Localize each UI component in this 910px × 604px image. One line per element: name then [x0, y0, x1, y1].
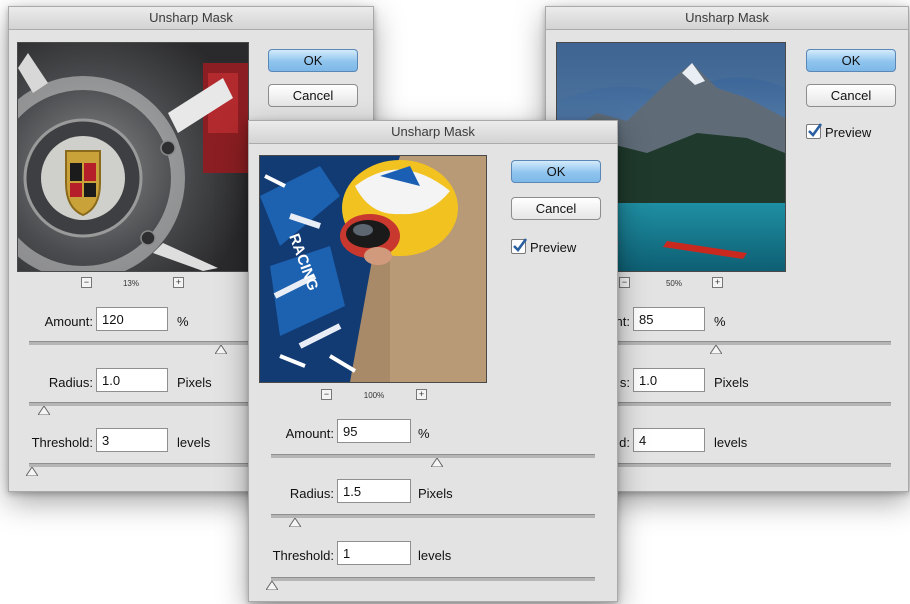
zoom-out-button[interactable]: − — [321, 389, 332, 400]
radius-input[interactable]: 1.5 — [337, 479, 411, 503]
amount-label: Amount: — [285, 426, 334, 441]
threshold-slider-track[interactable] — [271, 577, 595, 581]
cancel-button[interactable]: Cancel — [268, 84, 358, 107]
zoom-in-button[interactable]: + — [173, 277, 184, 288]
radius-unit: Pixels — [714, 375, 749, 390]
threshold-label: Threshold: — [272, 548, 334, 563]
amount-unit: % — [714, 314, 726, 329]
checkbox-checked-icon — [511, 238, 528, 254]
radius-input[interactable]: 1.0 — [96, 368, 168, 392]
preview-label: Preview — [825, 125, 872, 140]
zoom-out-button[interactable]: − — [619, 277, 630, 288]
zoom-in-button[interactable]: + — [416, 389, 427, 400]
radius-slider-track[interactable] — [271, 514, 595, 518]
preview-label: Preview — [530, 240, 577, 255]
cancel-button[interactable]: Cancel — [511, 197, 601, 220]
zoom-level: 13% — [122, 279, 139, 288]
zoom-level: 50% — [665, 279, 682, 288]
ok-button[interactable]: OK — [511, 160, 601, 183]
radius-unit: Pixels — [177, 375, 212, 390]
amount-input[interactable]: 95 — [337, 419, 411, 443]
radius-input[interactable]: 1.0 — [633, 368, 705, 392]
ok-button[interactable]: OK — [268, 49, 358, 72]
preview-image-wheel[interactable] — [17, 42, 249, 272]
threshold-unit: levels — [714, 435, 748, 450]
amount-label: Amount: — [44, 314, 93, 329]
preview-checkbox[interactable]: Preview — [511, 238, 577, 255]
zoom-in-button[interactable]: + — [712, 277, 723, 288]
threshold-input[interactable]: 3 — [96, 428, 168, 452]
radius-slider-thumb[interactable] — [289, 518, 301, 527]
zoom-level: 100% — [363, 391, 385, 400]
preview-checkbox[interactable]: Preview — [806, 123, 872, 140]
amount-input[interactable]: 85 — [633, 307, 705, 331]
amount-unit: % — [418, 426, 430, 441]
cancel-button[interactable]: Cancel — [806, 84, 896, 107]
threshold-slider-thumb[interactable] — [266, 581, 278, 590]
ok-button[interactable]: OK — [806, 49, 896, 72]
threshold-slider-thumb[interactable] — [26, 467, 38, 476]
dialog-title: Unsharp Mask — [9, 7, 373, 30]
radius-unit: Pixels — [418, 486, 453, 501]
unsharp-mask-dialog-center: Unsharp Mask RACING − 100% + OK Cancel P… — [248, 120, 618, 602]
preview-image-motocross[interactable]: RACING — [259, 155, 487, 383]
amount-input[interactable]: 120 — [96, 307, 168, 331]
threshold-unit: levels — [177, 435, 211, 450]
threshold-label: Threshold: — [31, 435, 93, 450]
amount-slider-thumb[interactable] — [215, 345, 227, 354]
amount-unit: % — [177, 314, 189, 329]
threshold-input[interactable]: 4 — [633, 428, 705, 452]
dialog-title: Unsharp Mask — [249, 121, 617, 144]
threshold-unit: levels — [418, 548, 452, 563]
radius-slider-thumb[interactable] — [38, 406, 50, 415]
zoom-out-button[interactable]: − — [81, 277, 92, 288]
checkbox-checked-icon — [806, 123, 823, 139]
radius-label: Radius: — [48, 375, 93, 390]
threshold-input[interactable]: 1 — [337, 541, 411, 565]
amount-slider-thumb[interactable] — [710, 345, 722, 354]
radius-label: Radius: — [289, 486, 334, 501]
amount-slider-thumb[interactable] — [431, 458, 443, 467]
dialog-title: Unsharp Mask — [546, 7, 908, 30]
